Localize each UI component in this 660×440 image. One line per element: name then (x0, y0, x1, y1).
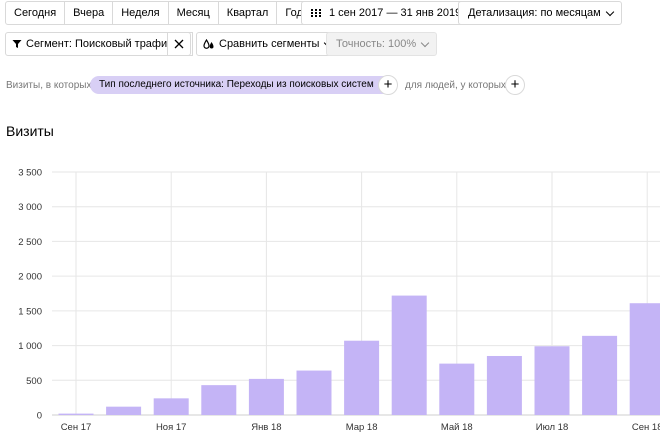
detail-dropdown[interactable]: Детализация: по месяцам (458, 1, 622, 25)
date-range-label: 1 сен 2017 — 31 янв 2019 (329, 7, 462, 19)
x-tick-label: Мар 18 (346, 422, 378, 433)
x-tick-label: Янв 18 (251, 422, 281, 433)
x-tick-label: Сен 17 (61, 422, 92, 433)
accuracy-label: Точность: 100% (336, 38, 417, 50)
y-tick-label: 3 000 (18, 202, 42, 213)
bar-Авг 18[interactable] (582, 335, 618, 415)
y-tick-label: 2 500 (18, 237, 42, 248)
x-tick-label: Ноя 17 (156, 422, 187, 433)
segment-clear-button[interactable] (167, 32, 191, 56)
y-tick-label: 2 000 (18, 272, 42, 283)
y-tick-label: 1 000 (18, 341, 42, 352)
filter-icon (12, 40, 22, 48)
y-tick-label: 1 500 (18, 306, 42, 317)
period-month-button[interactable]: Месяц (168, 1, 219, 25)
period-selector: Сегодня Вчера Неделя Месяц Квартал Год (5, 1, 312, 25)
date-range-button[interactable]: 1 сен 2017 — 31 янв 2019 (301, 1, 472, 25)
y-tick-label: 3 500 (18, 168, 42, 179)
bar-Мар 18[interactable] (344, 340, 380, 415)
bar-Окт 17[interactable] (106, 406, 142, 415)
filter-prefix-label: Визиты, в которых (6, 80, 92, 91)
accuracy-dropdown[interactable]: Точность: 100% (326, 32, 438, 56)
add-people-condition-button[interactable]: + (505, 75, 525, 95)
bar-Сен 17[interactable] (58, 413, 94, 415)
segment-label: Сегмент: Поисковый трафик (26, 38, 172, 50)
bar-Сен 18[interactable] (629, 303, 660, 415)
compare-segments-dropdown[interactable]: Сравнить сегменты (196, 32, 341, 56)
bar-Ноя 17[interactable] (153, 398, 189, 415)
period-today-button[interactable]: Сегодня (5, 1, 66, 25)
x-tick-label: Июл 18 (536, 422, 569, 433)
close-icon (174, 39, 184, 49)
bar-Янв 18[interactable] (248, 378, 284, 415)
segment-dropdown[interactable]: Сегмент: Поисковый трафик (5, 32, 193, 56)
y-tick-label: 0 (37, 411, 42, 422)
chevron-down-icon (605, 7, 614, 16)
bar-Фев 18[interactable] (296, 370, 332, 415)
compare-label: Сравнить сегменты (219, 38, 320, 50)
chevron-down-icon (420, 38, 430, 47)
bar-Дек 17[interactable] (201, 385, 237, 415)
bar-Май 18[interactable] (439, 363, 475, 415)
filter-people-label: для людей, у которых (405, 80, 506, 91)
bar-Апр 18[interactable] (391, 295, 427, 415)
filter-tag-label: Тип последнего источника: Переходы из по… (99, 79, 374, 90)
bar-Июл 18[interactable] (534, 346, 570, 415)
period-yesterday-button[interactable]: Вчера (65, 1, 114, 25)
filter-tag[interactable]: Тип последнего источника: Переходы из по… (90, 76, 394, 94)
period-week-button[interactable]: Неделя (113, 1, 169, 25)
calendar-icon (311, 8, 321, 18)
add-visit-condition-button[interactable]: + (378, 75, 398, 95)
visits-bar-chart: 0 500 1 000 1 500 2 000 2 500 3 000 3 500 Сен 1… (18, 168, 660, 433)
y-tick-label: 500 (26, 376, 42, 387)
chart-title: Визиты (6, 123, 54, 139)
period-quarter-button[interactable]: Квартал (218, 1, 278, 25)
bar-Июн 18[interactable] (486, 355, 522, 415)
x-tick-label: Май 18 (441, 422, 473, 433)
x-tick-label: Сен 18 (632, 422, 660, 433)
detail-label: Детализация: по месяцам (468, 7, 601, 19)
drops-icon (203, 38, 214, 49)
